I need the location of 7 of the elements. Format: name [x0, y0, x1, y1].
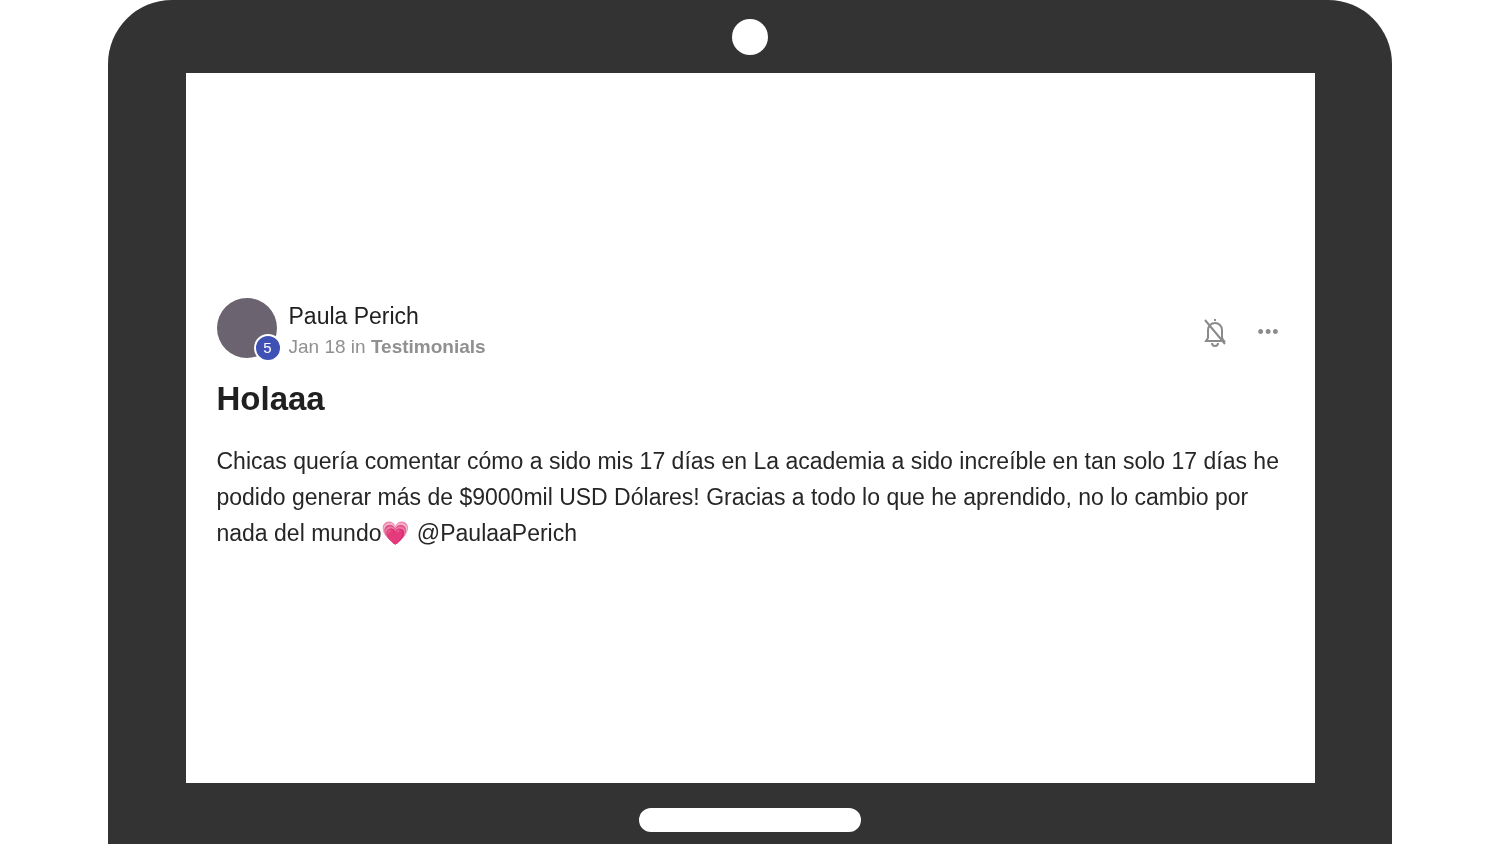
level-badge: 5 [253, 334, 282, 362]
author-name[interactable]: Paula Perich [288, 301, 486, 331]
camera-icon [732, 19, 768, 55]
bell-off-icon[interactable] [1201, 316, 1228, 348]
post-title: Holaaa [216, 379, 326, 419]
post-body: Chicas quería comentar cómo a sido mis 17 días en La academia a sido increíble en tan solo 17 días he podido generar más de $9000mil USD Dólares! Gracias a todo lo que he aprendido, no lo cambio por nada del mundo💗 @PaulaaPerich [216, 447, 1280, 548]
post-meta: Jan 18 in Testimonials [288, 335, 486, 359]
